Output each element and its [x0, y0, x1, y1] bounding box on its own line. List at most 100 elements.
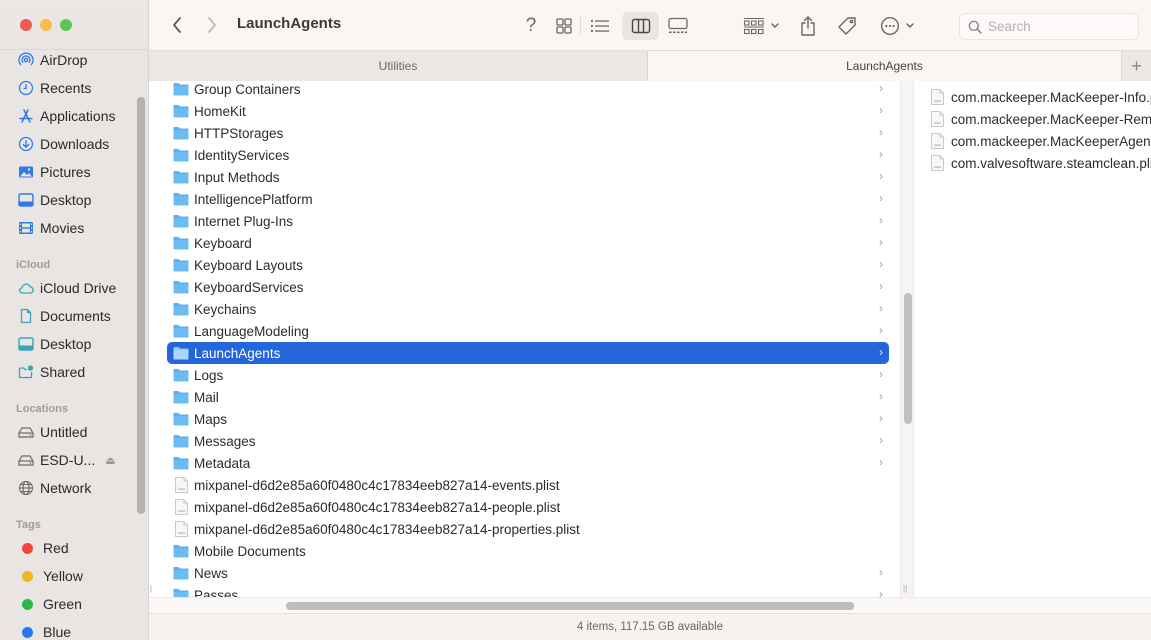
folder-row[interactable]: KeyboardServices ›	[167, 276, 889, 298]
gallery-view-button[interactable]	[666, 12, 690, 40]
sidebar-tag-yellow[interactable]: Yellow	[0, 562, 148, 590]
folder-row[interactable]: Mail ›	[167, 386, 889, 408]
tag-color-dot-icon	[22, 626, 33, 638]
minimize-button[interactable]	[40, 19, 52, 31]
tab-utilities[interactable]: Utilities	[149, 51, 648, 81]
column-resize-handle[interactable]: ||	[903, 584, 907, 593]
folder-row[interactable]: Mobile Documents	[167, 540, 889, 562]
search-input[interactable]	[988, 19, 1128, 34]
back-button[interactable]	[166, 14, 188, 36]
sidebar-item-airdrop[interactable]: AirDrop	[0, 46, 148, 74]
sidebar-item-untitled[interactable]: Untitled	[0, 418, 148, 446]
sidebar-item-recents[interactable]: Recents	[0, 74, 148, 102]
sidebar-item-shared[interactable]: Shared	[0, 358, 148, 386]
folder-row[interactable]: HomeKit ›	[167, 100, 889, 122]
desktop-icon	[18, 336, 34, 352]
column-resize-handle[interactable]: |	[150, 584, 152, 593]
chevron-right-icon: ›	[879, 235, 883, 249]
column-launchagents: com.mackeeper.MacKeeper-Info.plist com.ma…	[914, 81, 1151, 597]
sidebar-item-movies[interactable]: Movies	[0, 214, 148, 242]
new-tab-button[interactable]: +	[1121, 51, 1151, 81]
help-button[interactable]: ?	[521, 12, 541, 40]
group-by-icon	[743, 17, 764, 35]
tab-launchagents[interactable]: LaunchAgents	[648, 51, 1121, 81]
file-row[interactable]: com.mackeeper.MacKeeper-Info.plist	[931, 86, 1151, 108]
folder-icon	[173, 544, 189, 558]
item-name: News	[194, 565, 228, 581]
sidebar-item-documents[interactable]: Documents	[0, 302, 148, 330]
forward-button[interactable]	[201, 14, 223, 36]
folder-row[interactable]: Maps ›	[167, 408, 889, 430]
zoom-button[interactable]	[60, 19, 72, 31]
sidebar-item-downloads[interactable]: Downloads	[0, 130, 148, 158]
file-row[interactable]: com.mackeeper.MacKeeper-Remove.plist	[931, 108, 1151, 130]
window-controls	[20, 19, 72, 31]
folder-row[interactable]: Keyboard ›	[167, 232, 889, 254]
airdrop-icon	[18, 52, 34, 68]
folder-row[interactable]: Group Containers ›	[167, 81, 889, 100]
item-name: Passes	[194, 587, 239, 598]
icon-view-button[interactable]	[553, 12, 575, 40]
column-scrollbar-thumb[interactable]	[904, 293, 912, 424]
folder-row[interactable]: Logs ›	[167, 364, 889, 386]
sidebar-item-esd-u[interactable]: ESD-U... ⏏	[0, 446, 148, 474]
sidebar-item-desktop[interactable]: Desktop	[0, 186, 148, 214]
folder-icon	[173, 412, 189, 426]
sidebar-item-icloud-drive[interactable]: iCloud Drive	[0, 274, 148, 302]
file-row[interactable]: mixpanel-d6d2e85a60f0480c4c17834eeb827a1…	[167, 474, 889, 496]
folder-row[interactable]: IdentityServices ›	[167, 144, 889, 166]
sidebar-scrollbar[interactable]	[137, 97, 145, 514]
folder-row[interactable]: Keyboard Layouts ›	[167, 254, 889, 276]
folder-row[interactable]: Passes ›	[167, 584, 889, 597]
chevron-down-icon	[905, 23, 914, 29]
folder-icon	[173, 148, 189, 162]
column-view-icon	[631, 18, 650, 34]
chevron-right-icon: ›	[879, 411, 883, 425]
folder-row[interactable]: HTTPStorages ›	[167, 122, 889, 144]
ellipsis-circle-icon	[880, 16, 899, 36]
item-name: mixpanel-d6d2e85a60f0480c4c17834eeb827a1…	[194, 499, 561, 515]
sidebar-item-label: Network	[40, 480, 92, 496]
search-field[interactable]	[959, 13, 1139, 40]
group-by-button[interactable]	[741, 12, 781, 40]
sidebar-item-applications[interactable]: Applications	[0, 102, 148, 130]
folder-row[interactable]: Input Methods ›	[167, 166, 889, 188]
column-view-button[interactable]	[622, 12, 659, 40]
file-row[interactable]: mixpanel-d6d2e85a60f0480c4c17834eeb827a1…	[167, 496, 889, 518]
item-name: Messages	[194, 433, 256, 449]
sidebar-item-network[interactable]: Network	[0, 474, 148, 502]
plist-file-icon	[175, 499, 188, 515]
close-button[interactable]	[20, 19, 32, 31]
shared-folder-icon	[18, 364, 34, 380]
column-scrollbar[interactable]	[900, 81, 914, 597]
tag-button[interactable]	[835, 12, 859, 40]
folder-row[interactable]: News ›	[167, 562, 889, 584]
sidebar-item-desktop[interactable]: Desktop	[0, 330, 148, 358]
file-row[interactable]: mixpanel-d6d2e85a60f0480c4c17834eeb827a1…	[167, 518, 889, 540]
folder-icon	[173, 566, 189, 580]
horizontal-scrollbar-thumb[interactable]	[286, 602, 854, 610]
list-view-button[interactable]	[589, 12, 611, 40]
folder-row[interactable]: Metadata ›	[167, 452, 889, 474]
file-row[interactable]: com.mackeeper.MacKeeperAgent.plist	[931, 130, 1151, 152]
horizontal-scrollbar[interactable]	[149, 597, 1151, 613]
item-name: Logs	[194, 367, 224, 383]
folder-row[interactable]: LaunchAgents ›	[167, 342, 889, 364]
plist-file-icon	[175, 477, 188, 493]
folder-row[interactable]: Messages ›	[167, 430, 889, 452]
tag-color-dot-icon	[22, 570, 33, 582]
item-name: LanguageModeling	[194, 323, 309, 339]
file-row[interactable]: com.valvesoftware.steamclean.plist	[931, 152, 1151, 174]
sidebar-tag-red[interactable]: Red	[0, 534, 148, 562]
sidebar-tag-green[interactable]: Green	[0, 590, 148, 618]
folder-row[interactable]: Keychains ›	[167, 298, 889, 320]
folder-row[interactable]: Internet Plug-Ins ›	[167, 210, 889, 232]
sidebar-tag-blue[interactable]: Blue	[0, 618, 148, 640]
folder-row[interactable]: IntelligencePlatform ›	[167, 188, 889, 210]
eject-icon[interactable]: ⏏	[105, 454, 115, 467]
item-name: com.mackeeper.MacKeeper-Info.plist	[951, 89, 1151, 105]
folder-row[interactable]: LanguageModeling ›	[167, 320, 889, 342]
share-button[interactable]	[797, 12, 819, 40]
more-actions-button[interactable]	[877, 12, 917, 40]
sidebar-item-pictures[interactable]: Pictures	[0, 158, 148, 186]
